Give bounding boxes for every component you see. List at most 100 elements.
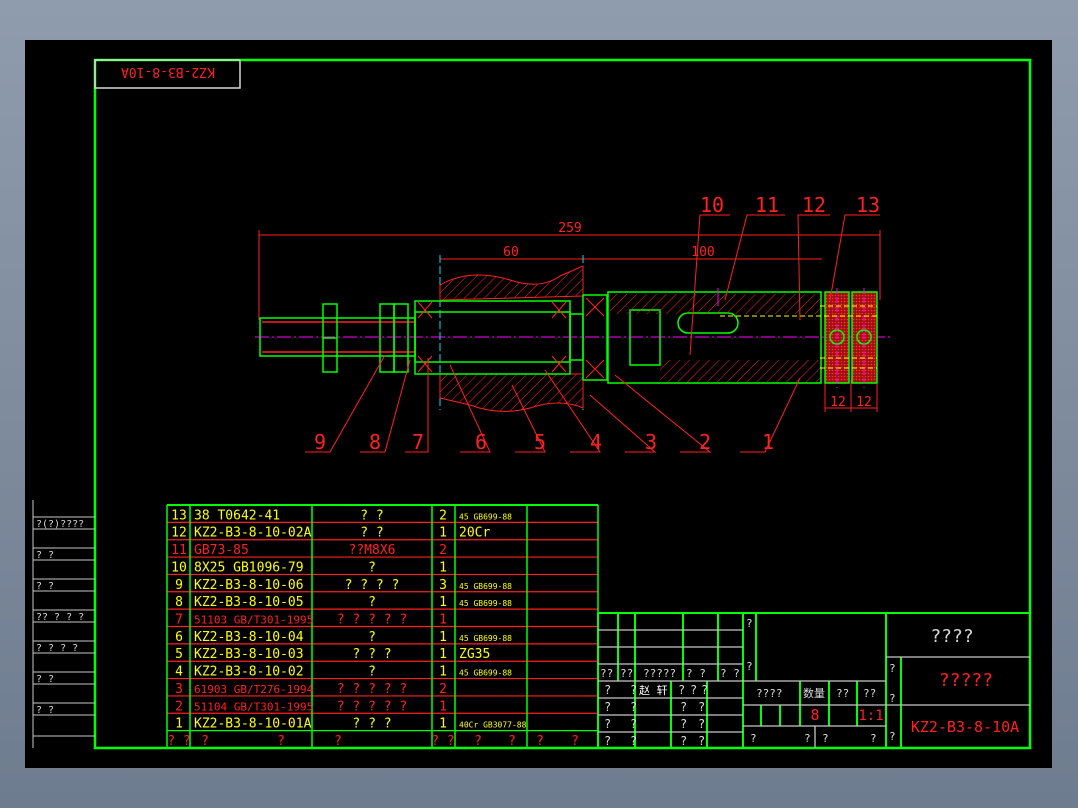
bom-row: 9 KZ2-B3-8-10-06 ? ? ? ? 3 45 GB699-88: [175, 578, 512, 593]
left-strip: ?(?)???? ? ? ? ? ?? ? ? ? ? ? ? ? ? ? ? ?: [32, 500, 95, 748]
q-mark: ?: [680, 717, 687, 731]
q-mark: ?: [680, 700, 687, 714]
bom-part-code: KZ2-B3-8-10-05: [194, 595, 304, 610]
q-mark: ?: [630, 717, 637, 731]
bom-part-code: KZ2-B3-8-10-02A: [194, 526, 312, 541]
strip-label: ?? ? ? ?: [36, 612, 84, 623]
scale-value: 1:1: [858, 708, 883, 724]
bom-part-name: ? ? ? ? ?: [337, 613, 407, 628]
col-a-label: ??: [836, 687, 849, 700]
bom-qty: 1: [439, 699, 447, 714]
bom-qty: 1: [439, 526, 447, 541]
bom-qty: 1: [439, 595, 447, 610]
bom-row: 12 KZ2-B3-8-10-02A ? ? 1 20Cr: [171, 526, 490, 541]
strip-label: ? ?: [36, 581, 54, 592]
bom-row: 13 38 T0642-41 ? ? 2 45 GB699-88: [171, 508, 512, 523]
bom-part-name: ? ?: [360, 508, 383, 523]
bom-header-no: ? ?: [167, 734, 190, 749]
bom-part-code: 38 T0642-41: [194, 508, 280, 523]
bom-item-no: 10: [171, 560, 187, 575]
bom-item-no: 11: [171, 543, 187, 558]
bom-material: 45 GB699-88: [459, 599, 512, 608]
bom-material: 45 GB699-88: [459, 634, 512, 643]
bom-part-name: ? ?: [360, 526, 383, 541]
q-mark: ?: [630, 734, 637, 748]
bom-header-name_b: ?: [334, 734, 342, 749]
q-mark: ?: [701, 683, 708, 697]
bom-row: 11 GB73-85 ??M8X6 2: [171, 543, 447, 558]
part-name: ?????: [939, 670, 993, 691]
bom-header-mat_b: ?: [508, 734, 516, 749]
bom-qty: 3: [439, 578, 447, 593]
title-block: ?? ?? ????? ? ? ? ? ? ? 赵 轩 ???? 数量 ?? ?…: [597, 612, 1030, 748]
strip-label: ? ?: [36, 705, 54, 716]
balloon-5: 5: [534, 430, 546, 454]
designer-name: 赵 轩: [639, 683, 668, 697]
bom-item-no: 2: [175, 699, 183, 714]
balloon-9: 9: [314, 430, 326, 454]
bom-qty: 1: [439, 665, 447, 680]
balloon-8: 8: [369, 430, 381, 454]
bom-row: 5 KZ2-B3-8-10-03 ? ? ? 1 ZG35: [175, 647, 490, 662]
q-mark: ?: [889, 662, 896, 675]
strip-label: ? ?: [36, 550, 54, 561]
sign-label-2: ??: [620, 667, 633, 680]
sign-label-3: ?????: [643, 667, 676, 680]
bom-row: 6 KZ2-B3-8-10-04? 1 45 GB699-88: [175, 630, 512, 645]
title-top: ????: [930, 626, 973, 647]
q-mark: ?: [889, 730, 896, 743]
bom-header-name_a: ?: [277, 734, 285, 749]
strip-label: ? ? ? ?: [36, 643, 78, 654]
bom-part-name: ?: [368, 630, 376, 645]
q-mark: ?: [750, 732, 757, 745]
bom-part-name: ? ? ? ?: [345, 578, 400, 593]
dim-housing: 60: [503, 245, 519, 260]
bom-row: 8 KZ2-B3-8-10-05? 1 45 GB699-88: [175, 595, 512, 610]
housing-top: [439, 265, 584, 301]
balloon-2: 2: [699, 430, 711, 454]
q-mark: ?: [698, 717, 705, 731]
balloon-4: 4: [590, 430, 602, 454]
bom-item-no: 1: [175, 717, 183, 732]
bom-header-qty: ? ?: [431, 734, 454, 749]
bom-part-name: ? ? ? ? ?: [337, 682, 407, 697]
sign-label-4: ? ?: [686, 667, 706, 680]
bom-qty: 1: [439, 647, 447, 662]
cad-drawing: KZ2-B3-8-10A 259 60 100 12 12 9 8 7 6 5 …: [32, 58, 1032, 750]
q-mark: ?: [604, 683, 611, 697]
bom-part-name: ?: [368, 560, 376, 575]
bom-part-name: ?: [368, 595, 376, 610]
drawing-number: KZ2-B3-8-10A: [911, 718, 1019, 736]
bom-header-mat_a: ?: [474, 734, 482, 749]
q-mark: ?: [604, 734, 611, 748]
q-mark: ?: [746, 617, 753, 630]
q-mark: ?: [604, 717, 611, 731]
bom-part-code: KZ2-B3-8-10-04: [194, 630, 304, 645]
weight-label: ????: [756, 687, 783, 700]
q-mark: ?: [680, 734, 687, 748]
q-mark: ?: [804, 732, 811, 745]
balloon-3: 3: [645, 430, 657, 454]
bom-part-name: ? ? ?: [352, 647, 391, 662]
balloon-10: 10: [700, 193, 724, 217]
bom-item-no: 7: [175, 613, 183, 628]
balloon-12: 12: [802, 193, 826, 217]
q-mark: ?: [889, 692, 896, 705]
bom-item-no: 6: [175, 630, 183, 645]
balloon-6: 6: [475, 430, 487, 454]
bom-part-code: KZ2-B3-8-10-03: [194, 647, 304, 662]
bom-material: 45 GB699-88: [459, 669, 512, 678]
bom-part-code: KZ2-B3-8-10-06: [194, 578, 304, 593]
sign-label-1: ??: [600, 667, 613, 680]
q-mark: ?: [604, 700, 611, 714]
dim-overall: 259: [558, 221, 581, 236]
bom-material: ZG35: [459, 647, 490, 662]
col-b-label: ??: [863, 687, 876, 700]
balloon-1: 1: [762, 430, 774, 454]
bom-part-code: 51104 GB/T301-1995: [194, 700, 313, 713]
q-mark: ?: [870, 732, 877, 745]
q-mark: ?: [678, 683, 685, 697]
bom-qty: 1: [439, 630, 447, 645]
bom-part-name: ? ? ?: [352, 717, 391, 732]
strip-label: ? ?: [36, 674, 54, 685]
